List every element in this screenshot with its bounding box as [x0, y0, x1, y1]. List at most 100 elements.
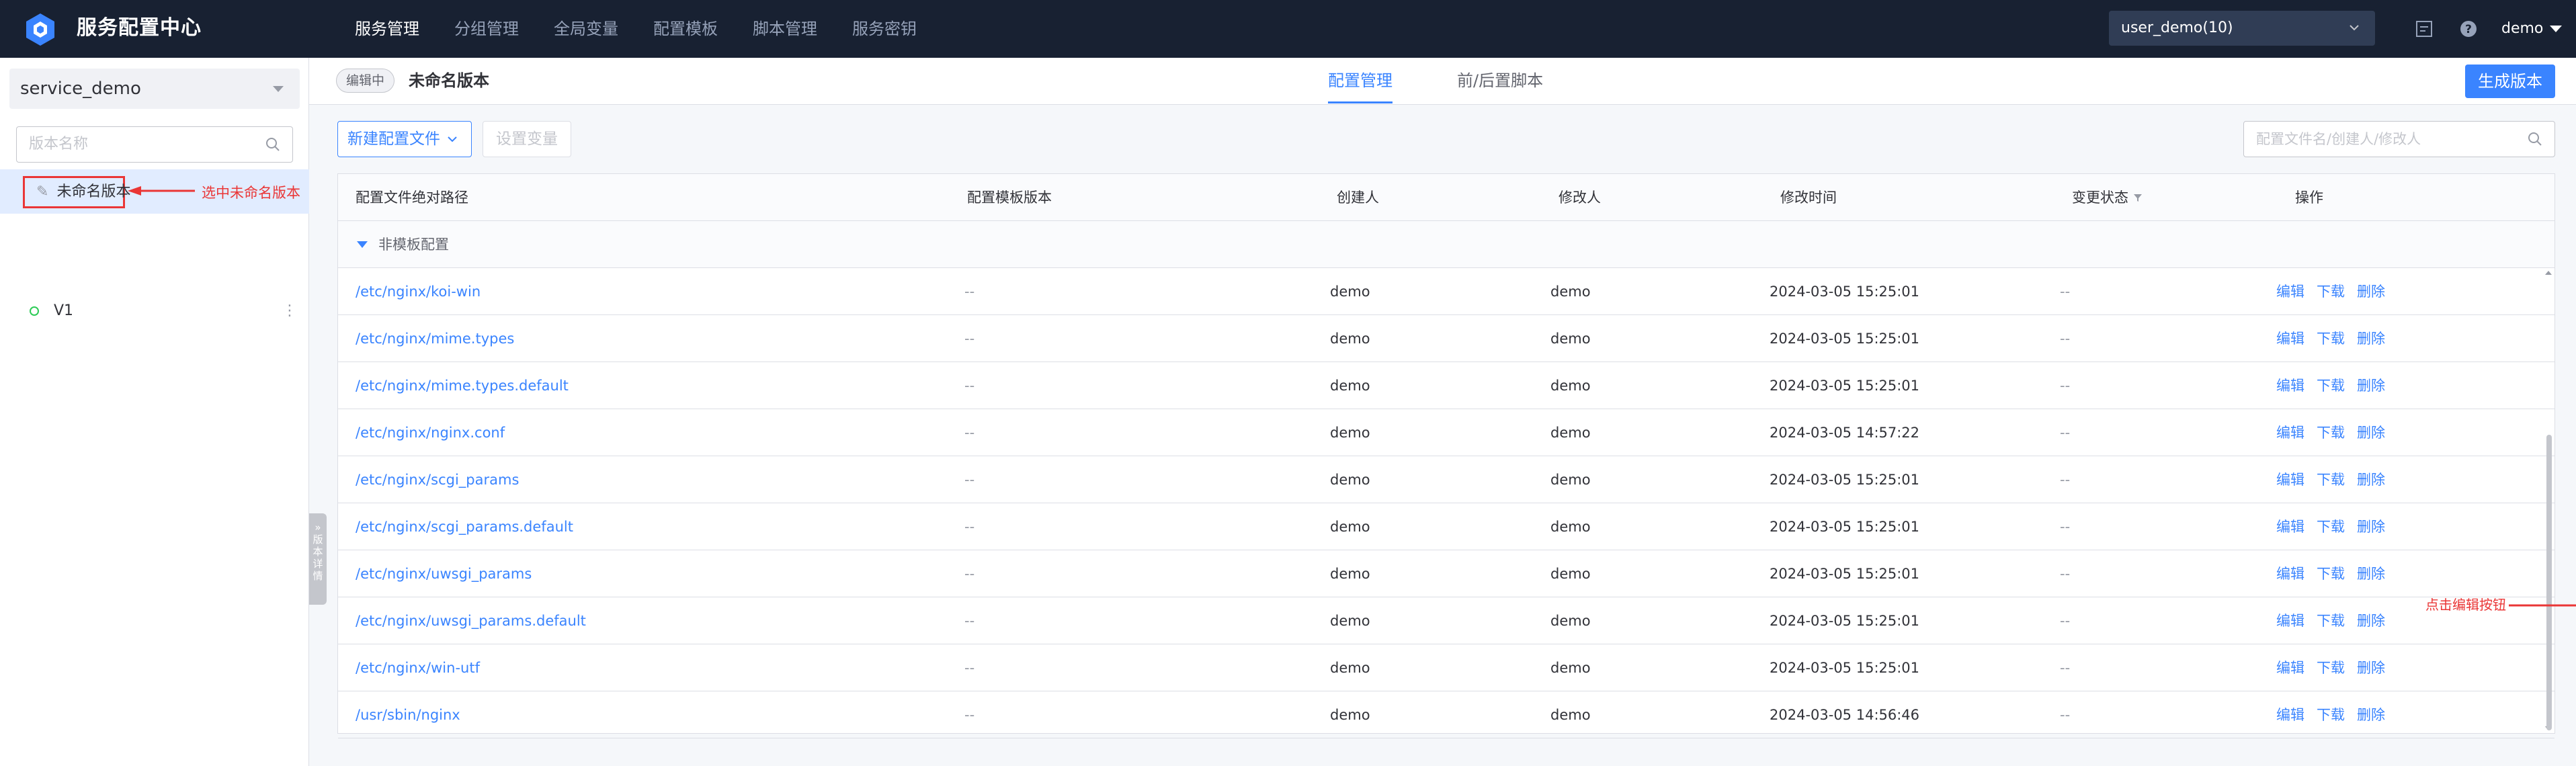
cell-creator: demo — [1330, 660, 1370, 676]
nav-item-service[interactable]: 服务管理 — [355, 0, 419, 58]
business-select-value: user_demo(10) — [2121, 19, 2233, 36]
download-button[interactable]: 下载 — [2317, 472, 2345, 488]
version-search-input[interactable]: 版本名称 — [16, 126, 293, 163]
download-button[interactable]: 下载 — [2317, 284, 2345, 300]
config-search-input[interactable]: 配置文件名/创建人/修改人 — [2243, 121, 2555, 157]
app-title: 服务配置中心 — [77, 16, 202, 40]
cell-template: -- — [964, 707, 975, 723]
download-button[interactable]: 下载 — [2317, 613, 2345, 629]
cell-creator: demo — [1330, 613, 1370, 629]
table-row[interactable]: /etc/nginx/uwsgi_params.default -- demo dem… — [338, 597, 2554, 644]
column-header-status[interactable]: 变更状态 — [2072, 174, 2143, 221]
user-menu[interactable]: demo — [2501, 0, 2563, 58]
tab-scripts[interactable]: 前/后置脚本 — [1457, 58, 1543, 103]
cell-template: -- — [964, 331, 975, 347]
delete-button[interactable]: 删除 — [2357, 378, 2385, 394]
version-item-unnamed-label[interactable]: ✎ 未命名版本 — [36, 179, 130, 206]
table-row[interactable]: /etc/nginx/scgi_params.default -- demo demo… — [338, 503, 2554, 550]
cell-status: -- — [2060, 566, 2071, 582]
version-search-placeholder: 版本名称 — [29, 136, 89, 153]
cell-time: 2024-03-05 14:57:22 — [1770, 425, 1920, 441]
cell-path[interactable]: /etc/nginx/win-utf — [356, 644, 480, 691]
download-button[interactable]: 下载 — [2317, 660, 2345, 676]
delete-button[interactable]: 删除 — [2357, 425, 2385, 441]
download-button[interactable]: 下载 — [2317, 378, 2345, 394]
nav-item-script[interactable]: 脚本管理 — [753, 0, 817, 58]
download-button[interactable]: 下载 — [2317, 519, 2345, 535]
cell-path[interactable]: /etc/nginx/scgi_params — [356, 456, 519, 503]
delete-button[interactable]: 删除 — [2357, 613, 2385, 629]
delete-button[interactable]: 删除 — [2357, 284, 2385, 300]
nav-item-global-variables[interactable]: 全局变量 — [554, 0, 618, 58]
delete-button[interactable]: 删除 — [2357, 660, 2385, 676]
cell-template: -- — [964, 613, 975, 629]
service-select-value: service_demo — [20, 79, 141, 99]
edit-button[interactable]: 编辑 — [2276, 472, 2304, 488]
business-select[interactable]: user_demo(10) — [2109, 11, 2375, 46]
set-variables-button[interactable]: 设置变量 — [483, 121, 571, 157]
edit-button[interactable]: 编辑 — [2276, 707, 2304, 723]
column-header-modifier: 修改人 — [1559, 189, 1601, 206]
download-button[interactable]: 下载 — [2317, 566, 2345, 582]
cell-template: -- — [964, 566, 975, 582]
table-row[interactable]: /etc/nginx/win-utf -- demo demo 2024-03-05 1… — [338, 644, 2554, 691]
cell-path[interactable]: /etc/nginx/nginx.conf — [356, 409, 505, 456]
edit-button[interactable]: 编辑 — [2276, 331, 2304, 347]
edit-button[interactable]: 编辑 — [2276, 519, 2304, 535]
table-row[interactable]: /etc/nginx/koi-win -- demo demo 2024-03-05 1… — [338, 268, 2554, 315]
download-button[interactable]: 下载 — [2317, 331, 2345, 347]
nav-item-service-key[interactable]: 服务密钥 — [852, 0, 917, 58]
edit-button[interactable]: 编辑 — [2276, 566, 2304, 582]
cell-modifier: demo — [1550, 472, 1591, 488]
edit-button[interactable]: 编辑 — [2276, 284, 2304, 300]
edit-button[interactable]: 编辑 — [2276, 378, 2304, 394]
delete-button[interactable]: 删除 — [2357, 707, 2385, 723]
search-icon — [266, 138, 280, 151]
edit-button[interactable]: 编辑 — [2276, 425, 2304, 441]
edit-button[interactable]: 编辑 — [2276, 660, 2304, 676]
nav-item-group[interactable]: 分组管理 — [454, 0, 519, 58]
generate-version-button[interactable]: 生成版本 — [2465, 65, 2555, 98]
scrollbar-thumb[interactable] — [2546, 435, 2552, 730]
cell-path[interactable]: /usr/sbin/nginx — [356, 691, 460, 738]
cell-actions: 编辑 下载 删除 — [2276, 268, 2397, 315]
filter-icon[interactable] — [2133, 193, 2143, 202]
doc-icon[interactable] — [2414, 19, 2434, 39]
cell-path[interactable]: /etc/nginx/koi-win — [356, 268, 481, 315]
version-detail-toggle[interactable]: » 版 本 详 情 — [309, 513, 327, 605]
nav-item-config-template[interactable]: 配置模板 — [653, 0, 718, 58]
delete-button[interactable]: 删除 — [2357, 472, 2385, 488]
cell-creator: demo — [1330, 519, 1370, 535]
new-config-button[interactable]: 新建配置文件 — [337, 121, 472, 157]
table-row[interactable]: /etc/nginx/uwsgi_params -- demo demo 2024-03… — [338, 550, 2554, 597]
table-row[interactable]: /usr/sbin/nginx -- demo demo 2024-03-05 14:5… — [338, 691, 2554, 738]
group-row-non-template[interactable]: 非模板配置 — [338, 221, 2554, 268]
delete-button[interactable]: 删除 — [2357, 566, 2385, 582]
edit-button[interactable]: 编辑 — [2276, 613, 2304, 629]
cell-path[interactable]: /etc/nginx/mime.types.default — [356, 362, 569, 409]
download-button[interactable]: 下载 — [2317, 425, 2345, 441]
more-icon[interactable]: ⋮ — [282, 301, 297, 321]
delete-button[interactable]: 删除 — [2357, 519, 2385, 535]
cell-time: 2024-03-05 15:25:01 — [1770, 660, 1920, 676]
table-header: 配置文件绝对路径 配置模板版本 创建人 修改人 修改时间 变更状态 操作 — [338, 174, 2554, 221]
download-button[interactable]: 下载 — [2317, 707, 2345, 723]
user-name: demo — [2501, 20, 2544, 37]
column-header-path: 配置文件绝对路径 — [356, 189, 468, 206]
help-icon[interactable]: ? — [2458, 19, 2479, 39]
cell-creator: demo — [1330, 378, 1370, 394]
table-row[interactable]: /etc/nginx/mime.types.default -- demo demo 2… — [338, 362, 2554, 409]
tab-config-management[interactable]: 配置管理 — [1328, 58, 1393, 103]
cell-path[interactable]: /etc/nginx/uwsgi_params.default — [356, 597, 586, 644]
table-row[interactable]: /etc/nginx/nginx.conf -- demo demo 2024-03-0… — [338, 409, 2554, 456]
cell-path[interactable]: /etc/nginx/scgi_params.default — [356, 503, 573, 550]
cell-path[interactable]: /etc/nginx/mime.types — [356, 315, 514, 362]
version-item-v1[interactable]: V1 — [54, 300, 73, 323]
logo-icon — [26, 13, 54, 46]
cell-actions: 编辑 下载 删除 — [2276, 409, 2397, 456]
delete-button[interactable]: 删除 — [2357, 331, 2385, 347]
cell-path[interactable]: /etc/nginx/uwsgi_params — [356, 550, 532, 597]
service-select[interactable]: service_demo — [9, 69, 300, 109]
table-row[interactable]: /etc/nginx/scgi_params -- demo demo 2024-03-… — [338, 456, 2554, 503]
table-row[interactable]: /etc/nginx/mime.types -- demo demo 2024-03-0… — [338, 315, 2554, 362]
